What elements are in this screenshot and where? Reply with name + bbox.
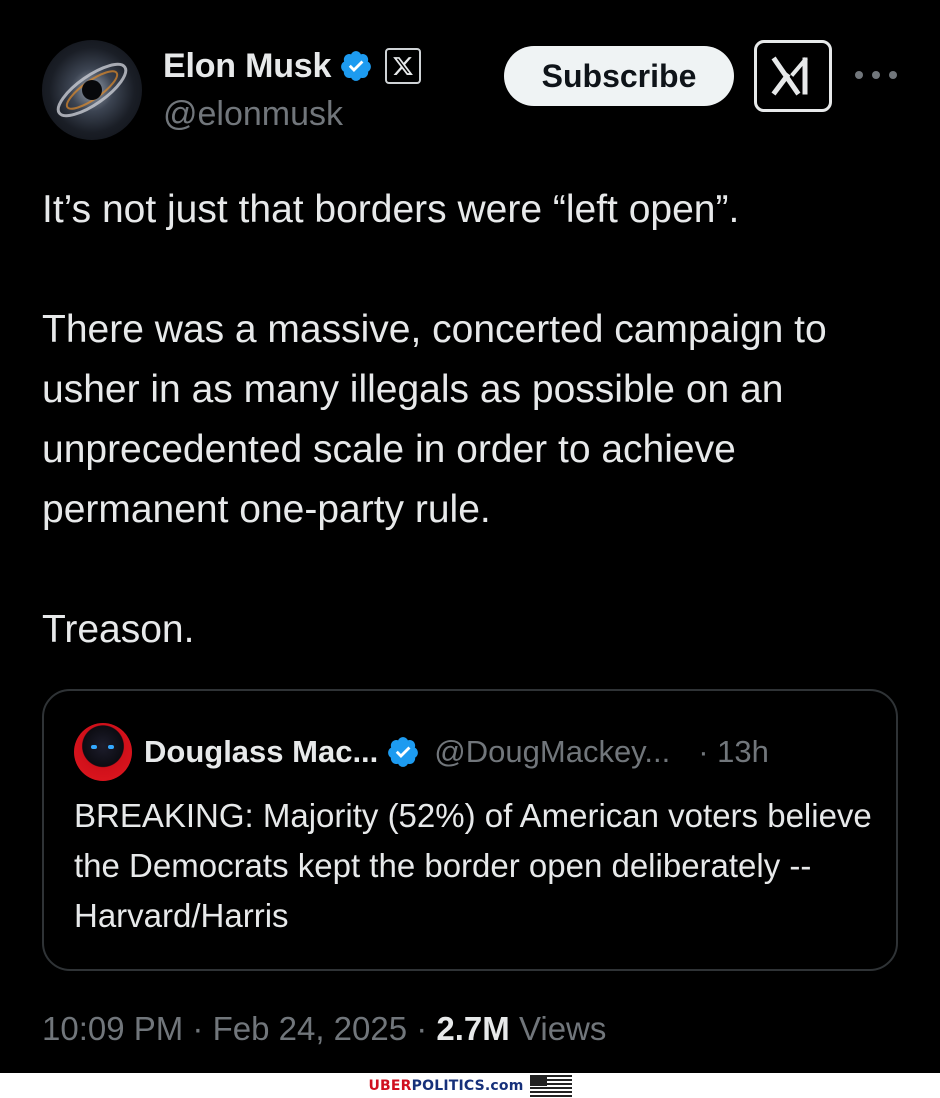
quoted-tweet[interactable]: Douglass Mac... @DougMackey... · 13h BRE… — [42, 689, 898, 971]
tweet-time[interactable]: 10:09 PM — [42, 1010, 183, 1047]
author-name[interactable]: Elon Musk — [163, 47, 331, 86]
tweet-paragraph: Treason. — [42, 608, 195, 651]
tweet-text: It’s not just that borders were “left op… — [42, 180, 912, 660]
more-options-icon[interactable] — [855, 58, 897, 92]
quoted-tweet-header: Douglass Mac... @DougMackey... · 13h — [74, 721, 874, 783]
tweet-paragraph: There was a massive, concerted campaign … — [42, 308, 827, 531]
author-avatar[interactable] — [42, 40, 142, 140]
watermark-logo: UBERPOLITICS.com — [368, 1077, 524, 1094]
x-logo-icon — [385, 48, 422, 84]
author-name-row: Elon Musk — [163, 44, 422, 88]
quoted-author-handle[interactable]: @DougMackey... — [434, 734, 670, 770]
tweet-paragraph: It’s not just that borders were “left op… — [42, 188, 740, 231]
subscribe-button[interactable]: Subscribe — [504, 46, 734, 106]
tweet-card: Elon Musk @elonmusk Subscribe It’s not j… — [0, 0, 940, 1073]
views-count[interactable]: 2.7M — [436, 1010, 509, 1047]
verified-badge-icon — [388, 737, 419, 767]
grok-icon[interactable] — [754, 40, 832, 112]
tweet-date[interactable]: Feb 24, 2025 — [213, 1010, 408, 1047]
meta-separator: · — [407, 1010, 437, 1047]
us-flag-icon — [529, 1074, 572, 1097]
meta-separator: · — [183, 1010, 213, 1047]
quoted-author-name[interactable]: Douglass Mac... — [144, 734, 378, 770]
author-handle[interactable]: @elonmusk — [163, 95, 343, 134]
quoted-tweet-text: BREAKING: Majority (52%) of American vot… — [74, 797, 872, 934]
views-label: Views — [509, 1010, 607, 1047]
tweet-meta: 10:09 PM · Feb 24, 2025 · 2.7M Views — [42, 1010, 606, 1048]
verified-badge-icon — [341, 51, 372, 81]
watermark-strip: UBERPOLITICS.com — [0, 1073, 940, 1098]
quoted-timestamp[interactable]: · 13h — [698, 734, 769, 770]
quoted-author-avatar[interactable] — [74, 723, 132, 781]
